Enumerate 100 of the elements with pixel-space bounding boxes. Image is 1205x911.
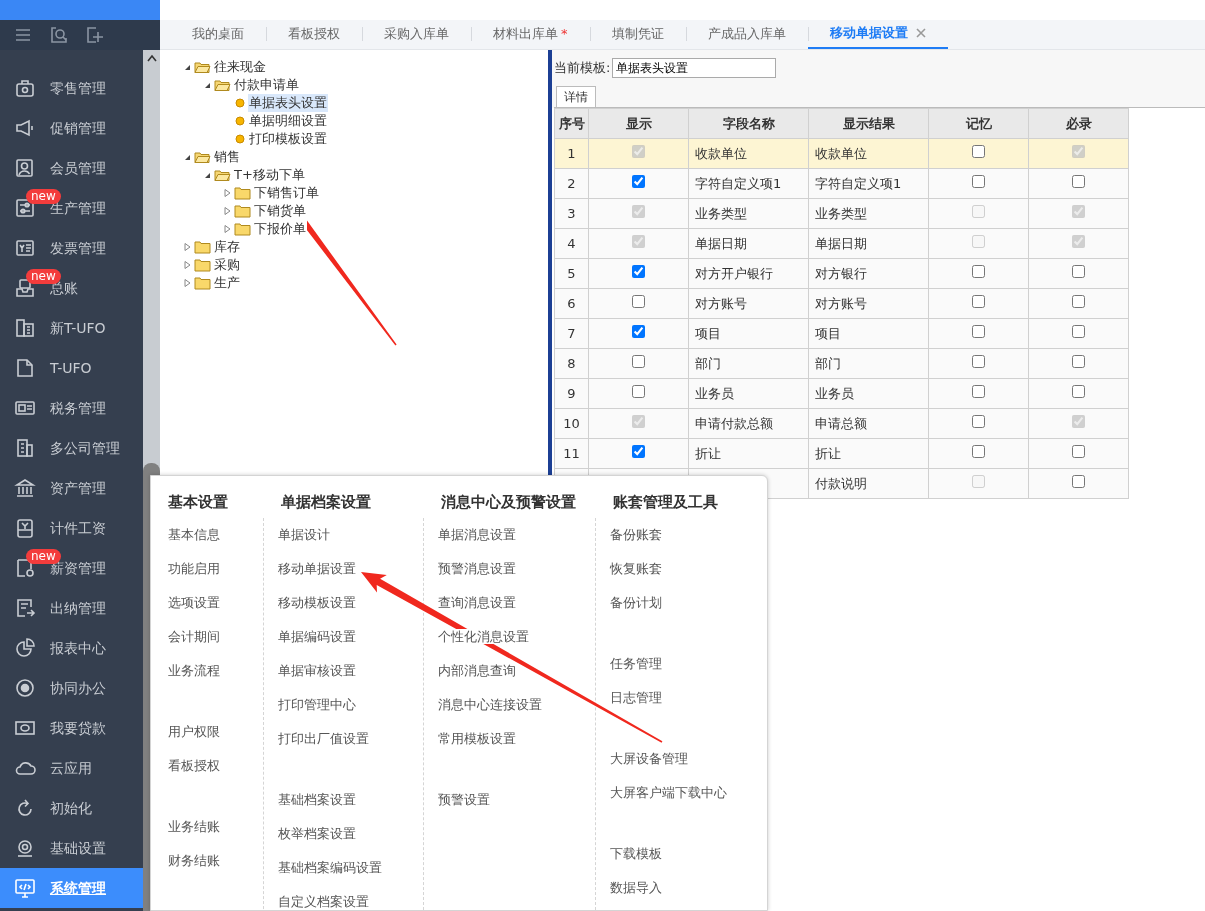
search-icon[interactable] <box>50 26 68 44</box>
menu-item[interactable]: 单据消息设置 <box>438 527 516 542</box>
checkbox[interactable] <box>1072 294 1085 308</box>
menu-item[interactable]: 移动模板设置 <box>278 595 356 610</box>
checkbox[interactable] <box>1072 384 1085 398</box>
menu-item[interactable]: 大屏客户端下载中心 <box>610 785 727 800</box>
expand-toggle-icon[interactable] <box>222 206 232 216</box>
menu-item[interactable]: 内部消息查询 <box>438 663 516 678</box>
tree-item[interactable]: 付款申请单 <box>233 76 300 94</box>
sidebar-item[interactable]: 云应用 <box>0 748 143 788</box>
checkbox[interactable] <box>632 444 645 458</box>
tab[interactable]: 产成品入库单 <box>685 19 808 49</box>
menu-item[interactable]: 基础档案编码设置 <box>278 860 382 875</box>
menu-item[interactable]: 预警消息设置 <box>438 561 516 576</box>
sidebar-item[interactable]: 多公司管理 <box>0 428 143 468</box>
checkbox[interactable] <box>1072 444 1085 458</box>
tab[interactable]: 填制凭证 <box>589 19 686 49</box>
menu-item[interactable]: 用户权限 <box>168 724 220 739</box>
sidebar-item[interactable]: 我要贷款 <box>0 708 143 748</box>
menu-item[interactable]: 看板授权 <box>168 758 220 773</box>
checkbox[interactable] <box>972 144 985 158</box>
expand-toggle-icon[interactable] <box>182 260 192 270</box>
checkbox[interactable] <box>972 384 985 398</box>
menu-item[interactable]: 预警设置 <box>438 792 490 807</box>
sidebar-item[interactable]: 发票管理 <box>0 228 143 268</box>
checkbox[interactable] <box>972 414 985 428</box>
add-icon[interactable] <box>86 26 104 44</box>
checkbox[interactable] <box>972 324 985 338</box>
expand-toggle-icon[interactable] <box>222 224 232 234</box>
menu-item[interactable]: 备份计划 <box>610 595 662 610</box>
sidebar-item[interactable]: 出纳管理 <box>0 588 143 628</box>
close-icon[interactable] <box>915 28 926 38</box>
checkbox[interactable] <box>972 354 985 368</box>
menu-item[interactable]: 业务结账 <box>168 819 220 834</box>
checkbox[interactable] <box>972 174 985 188</box>
checkbox[interactable] <box>1072 264 1085 278</box>
tree-item[interactable]: 销售 <box>213 148 241 166</box>
sidebar-item[interactable]: T-UFO <box>0 348 143 388</box>
tree-item[interactable]: 单据表头设置 <box>248 94 328 112</box>
menu-item[interactable]: 打印管理中心 <box>278 697 356 712</box>
menu-item[interactable]: 打印出厂值设置 <box>278 731 369 746</box>
menu-item[interactable]: 消息中心连接设置 <box>438 697 542 712</box>
checkbox[interactable] <box>632 324 645 338</box>
checkbox[interactable] <box>1072 324 1085 338</box>
menu-item[interactable]: 单据审核设置 <box>278 663 356 678</box>
checkbox[interactable] <box>1072 474 1085 488</box>
menu-item[interactable]: 大屏设备管理 <box>610 751 688 766</box>
checkbox[interactable] <box>972 264 985 278</box>
tree-item[interactable]: 下销货单 <box>253 202 307 220</box>
tree-item[interactable]: 往来现金 <box>213 58 267 76</box>
menu-item[interactable]: 自定义档案设置 <box>278 894 369 909</box>
tree-item[interactable]: 生产 <box>213 274 241 292</box>
menu-item[interactable]: 业务流程 <box>168 663 220 678</box>
checkbox[interactable] <box>972 444 985 458</box>
menu-item[interactable]: 常用模板设置 <box>438 731 516 746</box>
menu-item[interactable]: 功能启用 <box>168 561 220 576</box>
sidebar-item[interactable]: 促销管理 <box>0 108 143 148</box>
checkbox[interactable] <box>632 174 645 188</box>
tree-item[interactable]: 单据明细设置 <box>248 112 328 130</box>
checkbox[interactable] <box>632 354 645 368</box>
sidebar-item[interactable]: 初始化 <box>0 788 143 828</box>
tree-item[interactable]: 打印模板设置 <box>248 130 328 148</box>
menu-item[interactable]: 日志管理 <box>610 690 662 705</box>
sidebar-item[interactable]: 总账 new <box>0 268 143 308</box>
menu-item[interactable]: 选项设置 <box>168 595 220 610</box>
tab[interactable]: 材料出库单 * <box>471 19 590 49</box>
template-field[interactable]: 单据表头设置 <box>612 58 777 78</box>
menu-item[interactable]: 备份账套 <box>610 527 662 542</box>
menu-item[interactable]: 财务结账 <box>168 853 220 868</box>
menu-item[interactable]: 个性化消息设置 <box>438 629 529 644</box>
menu-icon[interactable] <box>14 26 32 44</box>
checkbox[interactable] <box>1072 354 1085 368</box>
expand-toggle-icon[interactable] <box>182 242 192 252</box>
tree-item[interactable]: 下报价单 <box>253 220 307 238</box>
scroll-up-icon[interactable] <box>146 54 157 62</box>
tab[interactable]: 我的桌面 <box>170 19 266 49</box>
sidebar-item[interactable]: 薪资管理 new <box>0 548 143 588</box>
tree-item[interactable]: 库存 <box>213 238 241 256</box>
checkbox[interactable] <box>632 294 645 308</box>
tab[interactable]: 采购入库单 <box>362 19 471 49</box>
menu-item[interactable]: 基础档案设置 <box>278 792 356 807</box>
tree-item[interactable]: 采购 <box>213 256 241 274</box>
sidebar-item[interactable]: 会员管理 <box>0 148 143 188</box>
sidebar-item[interactable]: 零售管理 <box>0 68 143 108</box>
checkbox[interactable] <box>632 264 645 278</box>
checkbox[interactable] <box>972 294 985 308</box>
detail-tab[interactable]: 详情 <box>556 86 596 107</box>
menu-item[interactable]: 基本信息 <box>168 527 220 542</box>
checkbox[interactable] <box>1072 174 1085 188</box>
tree-item[interactable]: 下销售订单 <box>253 184 320 202</box>
expand-toggle-icon[interactable] <box>182 278 192 288</box>
menu-item[interactable]: 查询消息设置 <box>438 595 516 610</box>
sidebar-item[interactable]: 资产管理 <box>0 468 143 508</box>
menu-item[interactable]: 下载模板 <box>610 846 662 861</box>
expand-toggle-icon[interactable] <box>222 188 232 198</box>
menu-item[interactable]: 会计期间 <box>168 629 220 644</box>
sidebar-item[interactable]: 协同办公 <box>0 668 143 708</box>
sidebar-item[interactable]: 税务管理 <box>0 388 143 428</box>
menu-item[interactable]: 任务管理 <box>610 656 662 671</box>
tree-item[interactable]: T+移动下单 <box>233 166 306 184</box>
